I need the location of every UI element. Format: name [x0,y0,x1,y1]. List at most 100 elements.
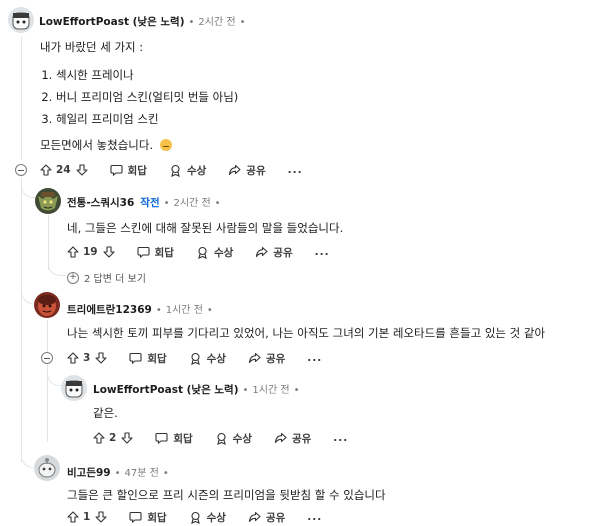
vote-count: 24 [56,164,71,176]
comment-body: 모든면에서 놓쳤습니다. [40,137,172,153]
separator-dot: • [293,385,300,396]
collapse-thread-button[interactable] [41,352,53,364]
upvote-icon[interactable] [67,246,79,258]
reply-label: 회답 [147,352,167,365]
more-options-button[interactable]: ... [288,164,303,176]
share-button[interactable]: 공유 [274,431,311,446]
award-icon [189,511,202,524]
vote-count: 3 [83,352,91,364]
timestamp[interactable]: 2시간 전 [174,194,211,209]
separator-dot: • [114,468,121,479]
list-item: 섹시한 프레이나 [56,64,238,86]
op-badge: 작전 [140,197,160,209]
comment-actions: 3 회답 수상 공유 ... [67,349,322,367]
timestamp[interactable]: 1시간 전 [252,381,289,396]
more-options-button[interactable]: ... [307,511,322,523]
upvote-icon[interactable] [40,164,52,176]
award-button[interactable]: 수상 [215,431,252,446]
plus-icon: + [67,271,79,284]
share-button[interactable]: 공유 [248,351,285,366]
comment-actions: 24 회답 수상 공유 ... [40,161,303,179]
username[interactable]: LowEffortPoast (낮은 노력) [93,382,239,397]
downvote-icon[interactable] [121,432,133,444]
thread-branch [21,180,37,198]
timestamp[interactable]: 1시간 전 [166,301,203,316]
share-button[interactable]: 공유 [228,163,266,178]
more-replies-label: 2 답변 더 보기 [84,274,146,285]
downvote-icon[interactable] [76,164,88,176]
thread-line [21,178,22,463]
comment-body: 네, 그들은 스킨에 대해 잘못된 사람들의 말을 들었습니다. [67,221,344,235]
username[interactable]: LowEffortPoast (낮은 노력) [39,14,185,29]
timestamp[interactable]: 2시간 전 [198,13,235,28]
award-icon [169,164,182,177]
reply-button[interactable]: 회답 [155,431,193,446]
award-button[interactable]: 수상 [169,163,206,178]
award-label: 수상 [232,432,252,445]
downvote-icon[interactable] [95,352,107,364]
comment-text: 모든면에서 놓쳤습니다. [40,138,154,152]
avatar[interactable] [34,292,60,318]
vote-count: 1 [83,511,91,523]
username[interactable]: 전통-스쿼시36 [67,195,134,210]
reply-icon [155,432,168,444]
share-button[interactable]: 공유 [255,245,293,260]
award-button[interactable]: 수상 [196,245,233,260]
username[interactable]: 트리에트란12369 [67,302,152,317]
reply-button[interactable]: 회답 [129,510,167,525]
separator-dot: • [242,385,249,396]
avatar[interactable] [8,7,34,33]
more-options-button[interactable]: ... [333,432,348,444]
share-icon [255,246,268,258]
share-icon [274,432,287,444]
reply-button[interactable]: 회답 [110,163,147,178]
list-item: 헤일리 프리미엄 스킨 [56,108,238,130]
sad-face-icon [159,139,172,151]
more-options-button[interactable]: ... [307,352,322,364]
separator-dot: • [214,198,221,209]
vote-count: 2 [109,432,117,444]
grey-snoo-avatar-icon [34,455,60,481]
share-label: 공유 [246,164,266,177]
upvote-icon[interactable] [67,352,79,364]
reply-icon [110,164,123,176]
reply-icon [129,511,142,523]
snoo-avatar-icon [61,375,87,401]
username[interactable]: 비고든99 [67,465,111,480]
share-label: 공유 [273,246,293,259]
downvote-icon[interactable] [95,511,107,523]
avatar[interactable] [61,375,87,401]
comment-body: 나는 섹시한 토끼 피부를 기다리고 있었어, 나는 아직도 그녀의 기본 레오… [67,326,546,340]
list-item: 버니 프리미엄 스킨(얼티밋 번들 아님) [56,86,238,108]
upvote-icon[interactable] [93,432,105,444]
downvote-icon[interactable] [103,246,115,258]
thread-line [21,36,22,160]
share-label: 공유 [265,511,286,524]
reply-button[interactable]: 회답 [129,351,167,366]
avatar[interactable] [34,455,60,481]
reply-label: 회답 [173,432,193,445]
avatar[interactable] [35,188,61,214]
share-button[interactable]: 공유 [248,510,285,525]
thread-branch [21,452,33,468]
comment-body: 내가 바랐던 세 가지 : [40,40,144,54]
award-button[interactable]: 수상 [189,510,226,525]
timestamp[interactable]: 47분 전 [125,464,159,479]
comment-actions: 19 회답 수상 공유 ... [67,243,330,261]
separator-dot: • [206,305,213,316]
award-button[interactable]: 수상 [189,351,226,366]
more-replies-button[interactable]: + 2 답변 더 보기 [67,270,146,285]
share-icon [248,352,261,364]
award-icon [215,432,228,445]
separator-dot: • [163,198,170,209]
comment-body: 같은. [93,406,118,420]
reply-button[interactable]: 회답 [137,245,174,260]
award-icon [196,246,209,259]
comment-actions: 1 회답 수상 공유 ... [67,508,322,526]
separator-dot: • [155,305,162,316]
more-options-button[interactable]: ... [315,246,330,258]
collapse-thread-button[interactable] [15,164,27,176]
upvote-icon[interactable] [67,511,79,523]
award-label: 수상 [206,511,226,524]
separator-dot: • [162,468,169,479]
